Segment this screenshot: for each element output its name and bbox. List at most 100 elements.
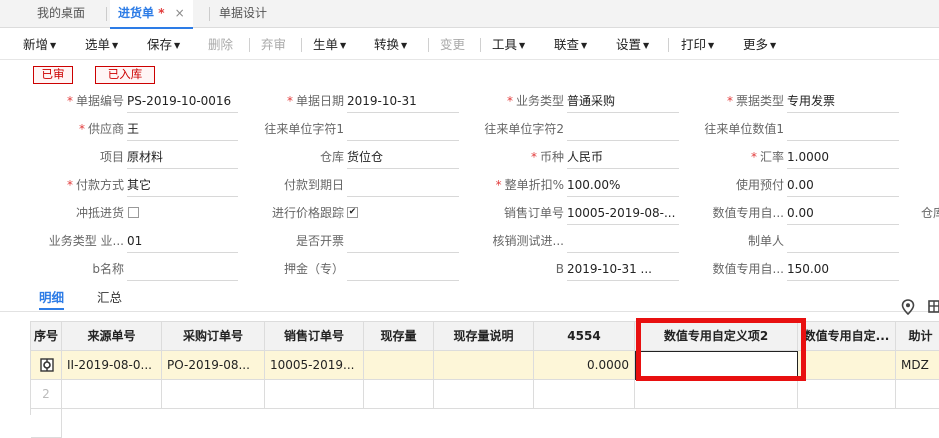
supplier-field[interactable]: 王 — [127, 119, 238, 141]
col-header-po[interactable]: 采购订单号 — [162, 322, 265, 351]
tab-detail[interactable]: 明细 — [39, 290, 65, 310]
biz-type2-label: 业务类型 业... — [48, 234, 124, 248]
settings-button[interactable]: 设置 ▼ — [616, 29, 649, 60]
partner-str1-field[interactable] — [347, 119, 459, 141]
maker-field[interactable] — [787, 231, 899, 253]
currency-label: * 币种 — [530, 150, 564, 164]
stock-note-cell[interactable] — [434, 351, 534, 380]
new-label: 新增 — [23, 37, 49, 52]
col-header-no[interactable]: 序号 — [31, 322, 62, 351]
more-button[interactable]: 更多 ▼ — [743, 29, 776, 60]
query-button[interactable]: 联查 ▼ — [554, 29, 587, 60]
b-field-label: B — [555, 262, 564, 276]
prepay-field[interactable]: 0.00 — [787, 175, 899, 197]
biz-type-field[interactable]: 普通采购 — [567, 91, 679, 113]
convert-button[interactable]: 转换 ▼ — [374, 29, 407, 60]
price-track-checkbox[interactable]: ✔ — [347, 207, 358, 218]
convert-label: 转换 — [374, 37, 400, 52]
grid-settings-icon[interactable] — [928, 299, 939, 315]
col-header-custom-x[interactable]: 数值专用自定... — [798, 322, 896, 351]
generate-button[interactable]: 生单 ▼ — [313, 29, 346, 60]
deposit-label: 押金（专） — [283, 262, 344, 276]
discount-field[interactable]: 100.00% — [567, 175, 679, 197]
sales-order-field[interactable]: 10005-2019-08-... — [567, 203, 679, 225]
source-no-cell[interactable]: II-2019-08-0... — [62, 351, 162, 380]
po-no-cell[interactable]: PO-2019-08... — [162, 351, 265, 380]
delete-button[interactable]: 删除 — [208, 29, 233, 60]
currency-field[interactable]: 人民币 — [567, 147, 679, 169]
tab-separator — [106, 7, 107, 21]
warehouse-field[interactable]: 货位仓 — [347, 147, 459, 169]
doc-date-field[interactable]: 2019-10-31 — [347, 91, 459, 113]
num-custom1-field[interactable]: 0.00 — [787, 203, 899, 225]
status-badge-audited: 已审 — [33, 66, 73, 84]
tab-summary[interactable]: 汇总 — [97, 290, 122, 310]
verify-test-label: 核销测试进... — [492, 234, 564, 248]
num-custom2-label: 数值专用自... — [712, 262, 784, 276]
new-button[interactable]: 新增 ▼ — [23, 29, 56, 60]
tab-my-desktop[interactable]: 我的桌面 — [37, 0, 85, 28]
b-name-field[interactable] — [127, 259, 238, 281]
deposit-field[interactable] — [347, 259, 459, 281]
po-no-cell[interactable] — [162, 380, 265, 409]
n4554-cell[interactable]: 0.0000 — [534, 351, 635, 380]
change-button[interactable]: 变更 — [440, 29, 465, 60]
open-ticket-field[interactable] — [347, 231, 459, 253]
col-header-so[interactable]: 销售订单号 — [265, 322, 364, 351]
b-field-field[interactable]: 2019-10-31 ... — [567, 259, 679, 281]
doc-no-field[interactable]: PS-2019-10-0016 — [127, 91, 238, 113]
num-custom2-field[interactable]: 150.00 — [787, 259, 899, 281]
n4554-cell[interactable] — [534, 380, 635, 409]
custom-x-cell[interactable] — [798, 351, 896, 380]
project-field[interactable]: 原材料 — [127, 147, 238, 169]
tab-divider — [0, 311, 939, 312]
offset-checkbox[interactable] — [128, 207, 139, 218]
save-label: 保存 — [147, 37, 173, 52]
stock-cell[interactable] — [364, 351, 434, 380]
tab-purchase-order[interactable]: 进货单 * × — [110, 0, 193, 29]
aux-cell[interactable]: MDZ — [896, 351, 939, 380]
rate-field[interactable]: 1.0000 — [787, 147, 899, 169]
custom-x-cell[interactable] — [798, 380, 896, 409]
partner-str2-field[interactable] — [567, 119, 679, 141]
partner-num1-field[interactable] — [787, 119, 899, 141]
toolbar-separator — [249, 38, 250, 52]
print-button[interactable]: 打印 ▼ — [681, 29, 714, 60]
aux-cell[interactable] — [896, 380, 939, 409]
tab-doc-design[interactable]: 单据设计 — [219, 0, 267, 28]
tab-separator — [209, 7, 210, 21]
row-settings-cell[interactable] — [31, 351, 62, 380]
col-header-stock[interactable]: 现存量 — [364, 322, 434, 351]
location-pin-icon[interactable] — [901, 299, 915, 315]
verify-test-field[interactable] — [567, 231, 679, 253]
print-label: 打印 — [681, 37, 707, 52]
warehouse-cut-label: 仓库 — [921, 206, 939, 220]
gear-icon[interactable] — [40, 358, 54, 372]
discount-label: * 整单折扣% — [495, 178, 564, 192]
chevron-down-icon: ▼ — [708, 41, 715, 50]
col-header-source[interactable]: 来源单号 — [62, 322, 162, 351]
pay-method-field[interactable]: 其它 — [127, 175, 238, 197]
biz-type2-field[interactable]: 01 — [127, 231, 238, 253]
stock-note-cell[interactable] — [434, 380, 534, 409]
col-header-4554[interactable]: 4554 — [534, 322, 635, 351]
save-button[interactable]: 保存 ▼ — [147, 29, 180, 60]
pay-due-field[interactable] — [347, 175, 459, 197]
stock-cell[interactable] — [364, 380, 434, 409]
abandon-button[interactable]: 弃审 — [261, 29, 286, 60]
row-number — [31, 409, 62, 438]
col-header-stock-note[interactable]: 现存量说明 — [434, 322, 534, 351]
so-no-cell[interactable]: 10005-2019... — [265, 351, 364, 380]
custom2-cell[interactable] — [635, 380, 798, 409]
tab-bar: 我的桌面 进货单 * × 单据设计 — [0, 0, 939, 29]
source-no-cell[interactable] — [62, 380, 162, 409]
chevron-down-icon: ▼ — [401, 41, 408, 50]
so-no-cell[interactable] — [265, 380, 364, 409]
col-header-aux[interactable]: 助计 — [896, 322, 939, 351]
pay-due-label: 付款到期日 — [283, 178, 344, 192]
tools-button[interactable]: 工具 ▼ — [492, 29, 525, 60]
invoice-type-field[interactable]: 专用发票 — [787, 91, 899, 113]
select-button[interactable]: 选单 ▼ — [85, 29, 118, 60]
maker-label: 制单人 — [747, 234, 784, 248]
close-tab-icon[interactable]: × — [175, 6, 185, 20]
